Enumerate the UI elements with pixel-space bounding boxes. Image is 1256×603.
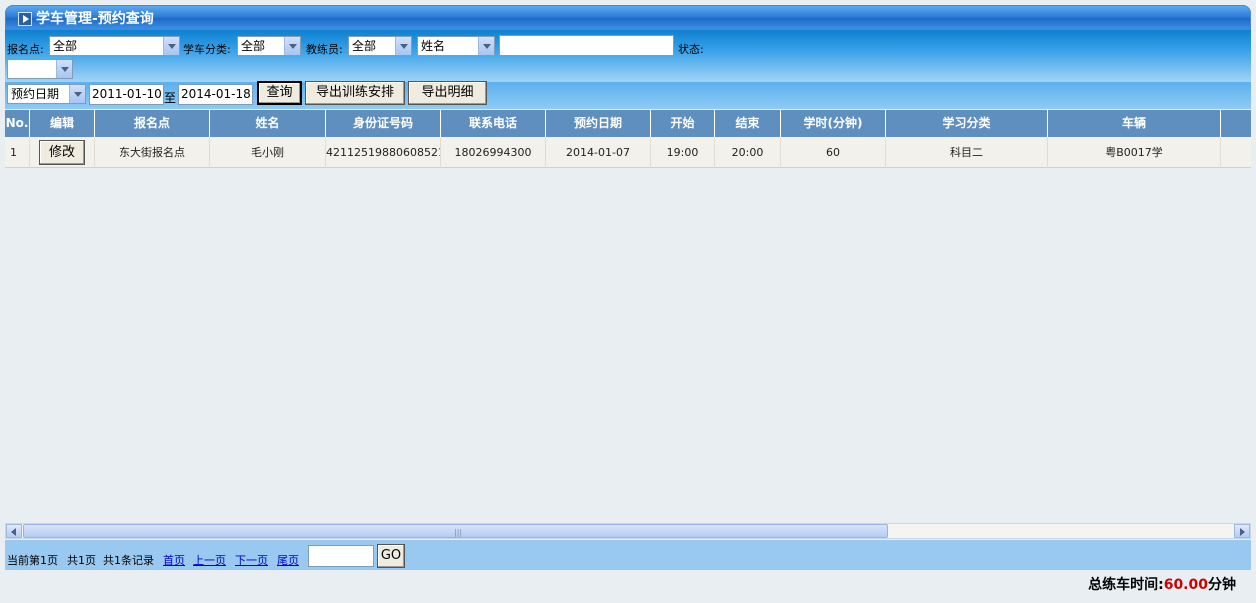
name-type-select-value: 姓名 — [421, 39, 446, 53]
cell-end: 20:00 — [715, 137, 781, 168]
status-label: 状态: — [678, 43, 704, 56]
date-type-select[interactable]: 预约日期 — [7, 84, 86, 104]
pager: 当前第1页 共1页 共1条记录 首页 上一页 下一页 尾页 GO — [5, 540, 1251, 570]
total-pages-text: 共1页 — [67, 554, 96, 567]
col-id-number: 身份证号码 — [326, 110, 441, 137]
col-category: 学习分类 — [886, 110, 1048, 137]
prev-page-link[interactable]: 上一页 — [193, 552, 226, 568]
current-page-text: 当前第1页 — [7, 554, 58, 567]
school-select[interactable]: 全部 — [49, 36, 180, 56]
scroll-thumb[interactable]: ||| — [23, 524, 888, 538]
cell-minutes: 60 — [781, 137, 886, 168]
cell-no: 1 — [5, 137, 30, 168]
chevron-down-icon — [395, 37, 411, 55]
arrow-icon — [18, 12, 32, 26]
cell-date: 2014-01-07 — [546, 137, 651, 168]
cell-name: 毛小刚 — [210, 137, 326, 168]
page-title: 学车管理-预约查询 — [36, 11, 154, 27]
col-school: 报名点 — [95, 110, 210, 137]
page-number-input[interactable] — [308, 545, 374, 567]
col-date: 预约日期 — [546, 110, 651, 137]
cell-phone: 18026994300 — [441, 137, 546, 168]
coach-label: 教练员: — [306, 43, 343, 56]
coach-select-value: 全部 — [352, 39, 377, 53]
export-detail-button[interactable]: 导出明细 — [408, 81, 487, 105]
table-row: 1 修改 东大街报名点 毛小刚 421125198806085217 18026… — [5, 137, 1251, 168]
total-training-time: 总练车时间:60.00分钟 — [1088, 574, 1236, 594]
filter-panel: 报名点: 全部 学车分类: 全部 教练员: 全部 姓名 状态: — [5, 30, 1251, 82]
col-vehicle: 车辆 — [1048, 110, 1221, 137]
go-button[interactable]: GO — [377, 544, 405, 568]
date-type-select-value: 预约日期 — [11, 87, 60, 101]
school-label: 报名点: — [7, 43, 44, 56]
cell-id-number: 421125198806085217 — [326, 137, 441, 168]
col-minutes: 学时(分钟) — [781, 110, 886, 137]
total-label: 总练车时间: — [1088, 577, 1164, 593]
cell-category: 科目二 — [886, 137, 1048, 168]
category-select-value: 全部 — [241, 39, 266, 53]
col-name: 姓名 — [210, 110, 326, 137]
col-start: 开始 — [651, 110, 715, 137]
table-header: No. 编辑 报名点 姓名 身份证号码 联系电话 预约日期 开始 结束 学时(分… — [5, 110, 1251, 137]
name-search-input[interactable] — [499, 35, 674, 56]
total-records-text: 共1条记录 — [103, 554, 154, 567]
category-label: 学车分类: — [183, 43, 231, 56]
title-bar: 学车管理-预约查询 — [5, 5, 1251, 30]
total-unit: 分钟 — [1208, 577, 1236, 593]
chevron-down-icon — [56, 60, 72, 78]
total-value: 60.00 — [1163, 577, 1208, 593]
horizontal-scrollbar[interactable]: ||| — [5, 523, 1251, 539]
chevron-down-icon — [284, 37, 300, 55]
query-button[interactable]: 查询 — [257, 81, 302, 105]
cell-vehicle: 粤B0017学 — [1048, 137, 1221, 168]
category-select[interactable]: 全部 — [237, 36, 301, 56]
col-end: 结束 — [715, 110, 781, 137]
chevron-down-icon — [163, 37, 179, 55]
last-page-link[interactable]: 尾页 — [277, 552, 299, 568]
chevron-down-icon — [478, 37, 494, 55]
date-filter-panel: 预约日期 2011-01-10 至 2014-01-18 查询 导出训练安排 导… — [5, 81, 1251, 109]
scroll-left-icon[interactable] — [6, 524, 22, 538]
col-no: No. — [5, 110, 30, 137]
status-select[interactable] — [7, 59, 73, 79]
next-page-link[interactable]: 下一页 — [235, 552, 268, 568]
first-page-link[interactable]: 首页 — [163, 552, 185, 568]
date-from-input[interactable]: 2011-01-10 — [89, 84, 164, 105]
coach-select[interactable]: 全部 — [348, 36, 412, 56]
date-to-input[interactable]: 2014-01-18 — [178, 84, 253, 105]
export-schedule-button[interactable]: 导出训练安排 — [305, 81, 405, 105]
chevron-down-icon — [69, 85, 85, 103]
school-select-value: 全部 — [53, 39, 78, 53]
col-edit: 编辑 — [30, 110, 95, 137]
col-phone: 联系电话 — [441, 110, 546, 137]
reservation-table: No. 编辑 报名点 姓名 身份证号码 联系电话 预约日期 开始 结束 学时(分… — [5, 110, 1251, 522]
to-label: 至 — [164, 91, 177, 105]
scroll-right-icon[interactable] — [1234, 524, 1250, 538]
edit-button[interactable]: 修改 — [39, 140, 85, 165]
name-type-select[interactable]: 姓名 — [417, 36, 495, 56]
cell-start: 19:00 — [651, 137, 715, 168]
cell-school: 东大街报名点 — [95, 137, 210, 168]
